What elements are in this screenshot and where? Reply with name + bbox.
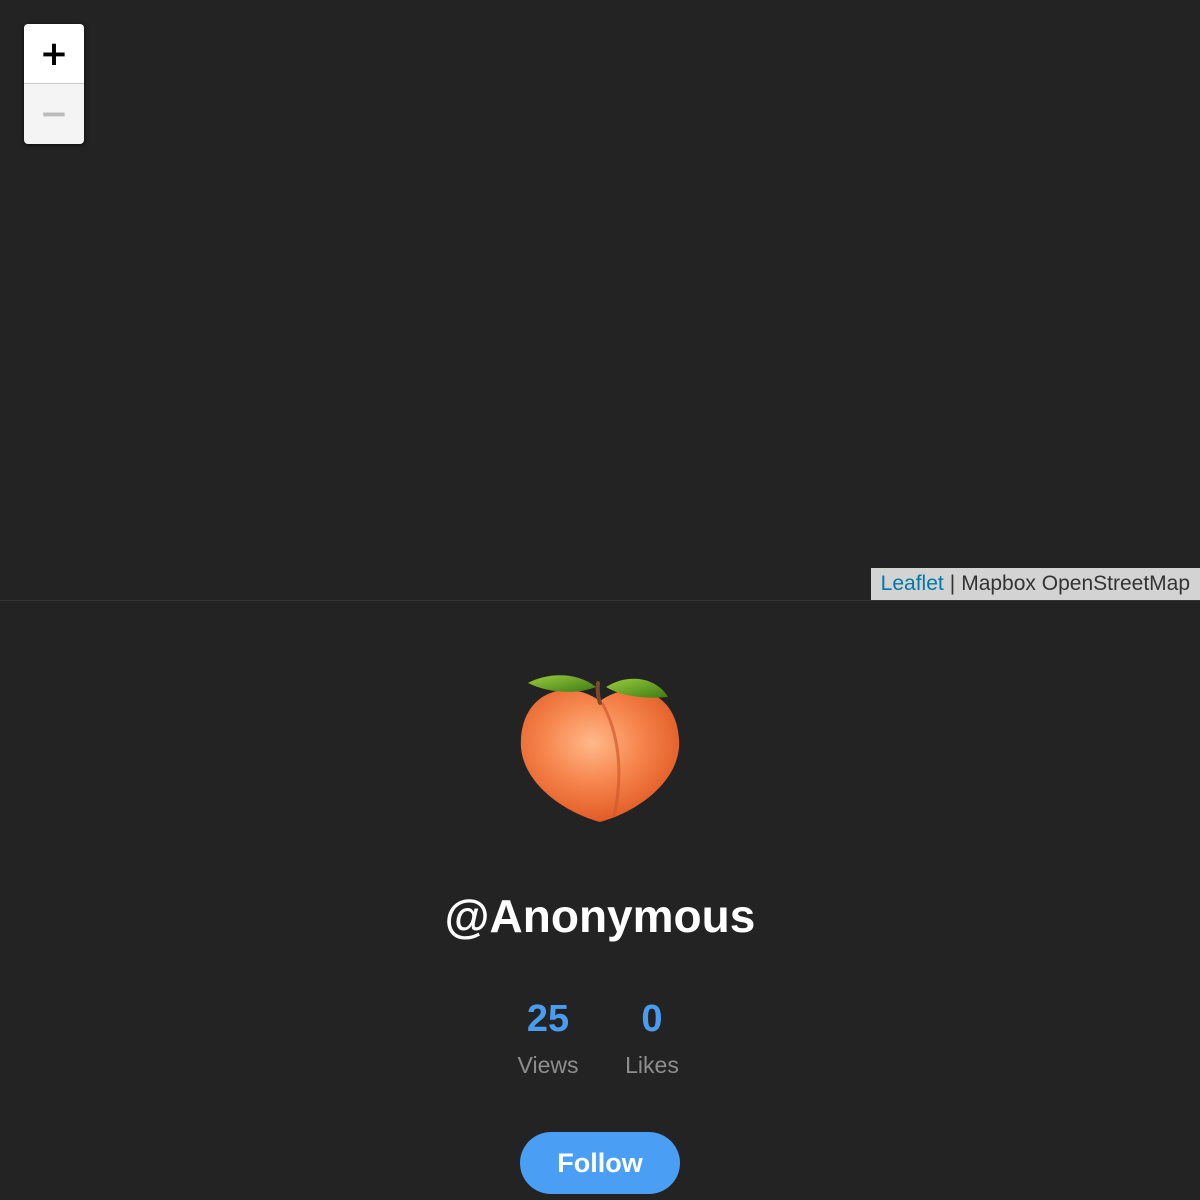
- zoom-in-button[interactable]: +: [24, 24, 84, 84]
- map-container[interactable]: + − Leaflet | Mapbox OpenStreetMap: [0, 0, 1200, 601]
- views-label: Views: [517, 1052, 579, 1078]
- stat-views: 25 Views: [516, 996, 580, 1079]
- username: @Anonymous: [444, 890, 756, 942]
- peach-icon: [520, 675, 680, 822]
- likes-label: Likes: [625, 1052, 679, 1078]
- map-attribution: Leaflet | Mapbox OpenStreetMap: [870, 568, 1200, 600]
- attribution-providers: Mapbox OpenStreetMap: [961, 572, 1190, 595]
- leaflet-link[interactable]: Leaflet: [881, 572, 944, 596]
- zoom-out-button[interactable]: −: [24, 84, 84, 144]
- avatar: [510, 661, 690, 831]
- views-count: 25: [526, 998, 570, 1040]
- follow-button[interactable]: Follow: [520, 1132, 680, 1194]
- likes-count: 0: [641, 998, 663, 1040]
- zoom-control: + −: [24, 24, 84, 144]
- profile-section: @Anonymous 25 Views 0 Likes Follow: [0, 601, 1200, 1200]
- profile-stats: 25 Views 0 Likes: [0, 996, 1200, 1079]
- attribution-separator: |: [949, 572, 956, 595]
- stat-likes: 0 Likes: [620, 996, 684, 1079]
